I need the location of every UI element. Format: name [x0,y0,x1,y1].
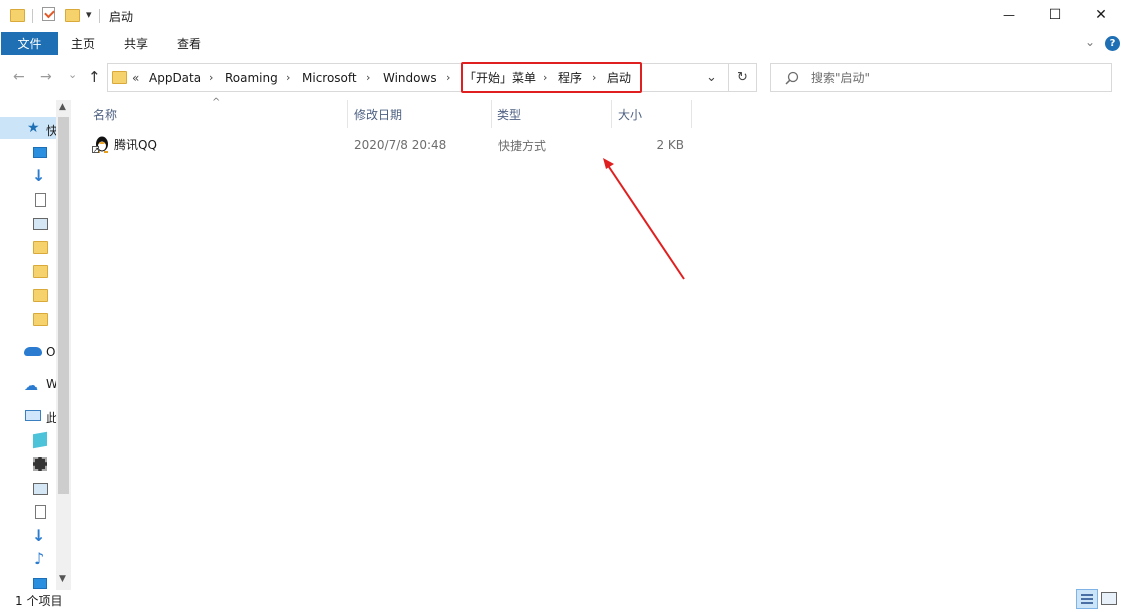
tab-share[interactable]: 共享 [124,32,148,55]
sort-ascending-icon: ^ [212,97,221,108]
maximize-button[interactable]: ☐ [1032,0,1078,30]
folder-icon[interactable] [33,313,48,326]
nav-item-onedrive[interactable]: O [46,345,55,359]
folder-icon[interactable] [33,289,48,302]
properties-icon[interactable] [42,7,55,21]
address-dropdown-icon[interactable]: ⌄ [706,64,717,91]
details-view-button[interactable] [1076,589,1098,609]
desktop-icon[interactable] [33,578,47,589]
annotation-arrow [603,158,685,280]
divider [32,9,33,23]
desktop-icon[interactable] [33,147,47,158]
quick-access-dropdown-icon[interactable]: ▾ [86,8,92,21]
shortcut-arrow-icon: ↗ [92,146,99,154]
file-name[interactable]: 腾讯QQ [114,134,157,155]
file-modified: 2020/7/8 20:48 [354,138,447,152]
star-icon: ★ [27,120,40,136]
onedrive-icon [24,347,42,356]
recent-locations-button[interactable]: ⌄ [68,68,77,81]
status-item-count: 1 个项目 [15,593,63,608]
tab-view[interactable]: 查看 [177,32,201,55]
search-box[interactable]: 搜索"启动" [770,63,1112,92]
tab-home[interactable]: 主页 [71,32,95,55]
title-bar: ▾ 启动 — ☐ ✕ [0,0,1125,32]
nav-scrollbar-thumb[interactable] [58,117,69,494]
new-folder-icon[interactable] [65,9,80,22]
back-button[interactable]: ← [13,69,25,85]
music-icon[interactable]: ♪ [34,549,44,568]
this-pc-icon [25,410,41,421]
window-title: 启动 [109,10,134,24]
up-button[interactable]: ↑ [88,68,101,86]
column-divider[interactable] [347,100,348,128]
folder-icon[interactable] [33,265,48,278]
folder-icon[interactable] [33,241,48,254]
picture-icon[interactable] [33,218,48,230]
search-icon [785,71,799,85]
maximize-icon: ☐ [1048,7,1062,23]
tab-file[interactable]: 文件 [1,32,58,55]
chevron-right-icon[interactable]: › [446,64,450,91]
download-icon[interactable]: ↓ [32,526,45,545]
help-icon[interactable]: ? [1105,36,1120,51]
column-divider[interactable] [491,100,492,128]
large-icons-view-button[interactable] [1101,592,1117,605]
column-divider[interactable] [691,100,692,128]
download-icon[interactable]: ↓ [32,166,45,185]
wps-cloud-icon: ☁ [24,378,38,394]
column-divider[interactable] [611,100,612,128]
scroll-up-icon[interactable]: ▲ [59,102,66,112]
crumb-roaming[interactable]: Roaming [225,64,278,91]
folder-icon [10,9,25,22]
minimize-icon: — [1003,8,1015,22]
expand-ribbon-icon[interactable]: ⌄ [1085,35,1095,49]
minimize-button[interactable]: — [986,0,1032,30]
column-header-type[interactable]: 类型 [497,100,521,128]
file-type: 快捷方式 [498,138,547,153]
crumb-appdata[interactable]: AppData [149,64,201,91]
chevron-right-icon[interactable]: › [366,64,370,91]
refresh-button[interactable]: ↻ [729,63,757,92]
column-header-modified[interactable]: 修改日期 [354,100,402,128]
document-icon[interactable] [35,505,46,519]
column-header-name[interactable]: 名称 [93,100,117,128]
crumb-windows[interactable]: Windows [383,64,437,91]
3d-objects-icon[interactable] [33,431,47,449]
column-header-size[interactable]: 大小 [618,100,642,128]
document-icon[interactable] [35,193,46,207]
close-icon: ✕ [1095,7,1107,23]
ribbon: 文件 主页 共享 查看 ⌄ ? [0,32,1125,56]
forward-button[interactable]: → [40,69,52,85]
picture-icon[interactable] [33,483,48,495]
video-icon[interactable] [33,457,47,471]
highlight-box [461,62,642,93]
overflow-crumbs-icon[interactable]: « [132,64,139,91]
chevron-right-icon[interactable]: › [209,64,213,91]
divider [99,9,100,23]
search-input[interactable]: 搜索"启动" [811,64,870,91]
scroll-down-icon[interactable]: ▼ [59,574,66,584]
crumb-microsoft[interactable]: Microsoft [302,64,357,91]
folder-icon [112,71,127,84]
chevron-right-icon[interactable]: › [286,64,290,91]
close-button[interactable]: ✕ [1078,0,1124,30]
